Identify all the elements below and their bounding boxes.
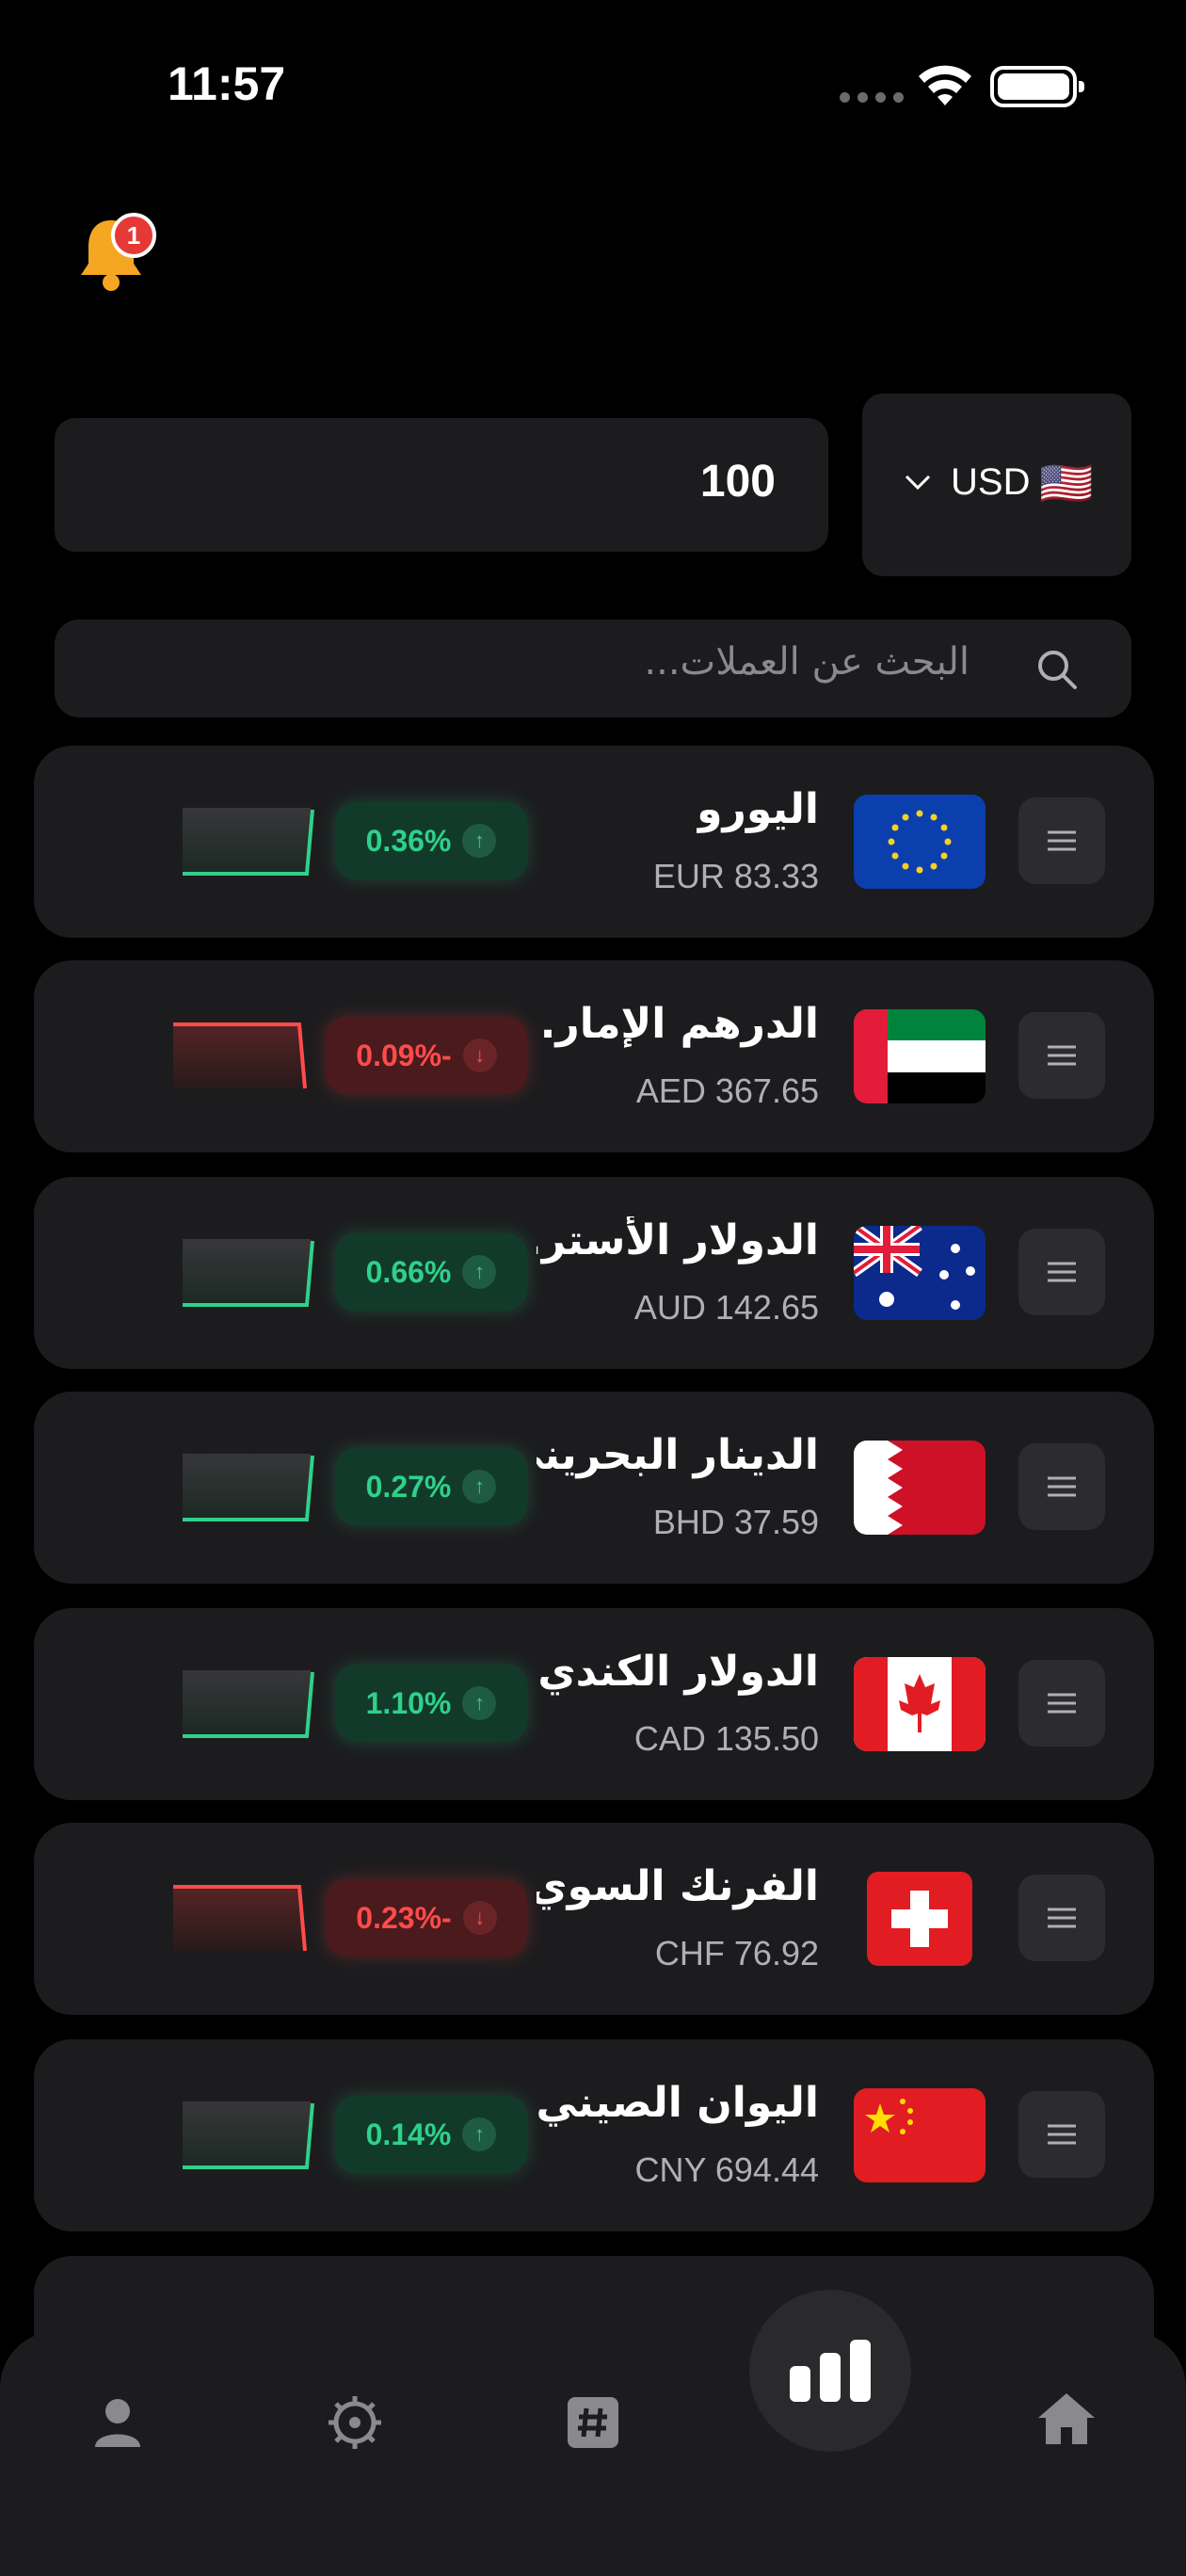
change-value: 0.23%-	[356, 1900, 452, 1935]
drag-handle-icon[interactable]	[1018, 1443, 1105, 1530]
search-icon	[1038, 651, 1077, 689]
sparkline-chart	[179, 1666, 318, 1742]
chart-icon[interactable]	[749, 2290, 911, 2452]
sparkline-chart	[179, 2098, 318, 2173]
drag-handle-icon[interactable]	[1018, 1660, 1105, 1747]
us-flag-icon: 🇺🇸	[1039, 458, 1094, 508]
search-input[interactable]: البحث عن العملات...	[55, 620, 1131, 717]
currency-row[interactable]: اليورو EUR 83.33 0.36% ↑	[34, 746, 1154, 938]
base-currency-select[interactable]: USD 🇺🇸	[862, 394, 1131, 576]
currency-row[interactable]: الدرهم الإمار... AED 367.65 0.09%- ↓	[34, 960, 1154, 1152]
currency-rate: AUD 142.65	[633, 1288, 819, 1327]
change-badge: 0.36% ↑	[335, 802, 527, 879]
sparkline-chart	[169, 1881, 309, 1956]
currency-name: اليورو	[697, 785, 819, 833]
wifi-icon	[919, 65, 971, 105]
change-badge: 0.23%- ↓	[326, 1879, 527, 1956]
ae-flag-icon	[851, 1006, 988, 1107]
sparkline-chart	[179, 804, 318, 879]
currency-rate: CNY 694.44	[634, 2150, 819, 2189]
bottom-nav	[0, 2331, 1186, 2576]
currency-rate: CHF 76.92	[654, 1934, 819, 1972]
battery-icon	[990, 66, 1084, 107]
currency-rate: BHD 37.59	[652, 1503, 819, 1541]
chevron-down-icon	[905, 475, 931, 491]
change-value: 0.66%	[365, 1254, 452, 1289]
drag-handle-icon[interactable]	[1018, 1229, 1105, 1315]
change-value: 0.36%	[365, 823, 452, 858]
change-badge: 0.66% ↑	[335, 1233, 527, 1311]
currency-rate: AED 367.65	[635, 1071, 819, 1110]
profile-icon[interactable]	[85, 2390, 151, 2455]
currency-name: الدولار الكندي	[537, 1648, 819, 1696]
cellular-signal-icon	[840, 92, 904, 103]
amount-value: 100	[699, 457, 776, 507]
change-badge: 0.14% ↑	[335, 2096, 527, 2173]
change-badge: 0.27% ↑	[335, 1448, 527, 1525]
arrow-up-icon: ↑	[462, 824, 497, 858]
hashtag-icon[interactable]	[560, 2390, 626, 2455]
currency-row[interactable]: الدولار الكندي CAD 135.50 1.10% ↑	[34, 1608, 1154, 1800]
currency-row[interactable]: الفرنك السوي... CHF 76.92 0.23%- ↓	[34, 1823, 1154, 2015]
au-flag-icon	[851, 1222, 988, 1324]
currency-row[interactable]: الدينار البحريني BHD 37.59 0.27% ↑	[34, 1392, 1154, 1584]
amount-input[interactable]: 100	[55, 418, 828, 552]
sparkline-chart	[179, 1235, 318, 1311]
currency-name: اليوان الصيني	[537, 2079, 819, 2127]
ca-flag-icon	[851, 1653, 988, 1755]
arrow-up-icon: ↑	[462, 1686, 497, 1720]
drag-handle-icon[interactable]	[1018, 1875, 1105, 1961]
change-value: 1.10%	[365, 1685, 452, 1720]
arrow-up-icon: ↑	[462, 1255, 497, 1289]
arrow-down-icon: ↓	[462, 1038, 497, 1072]
sparkline-chart	[179, 1450, 318, 1525]
drag-handle-icon[interactable]	[1018, 797, 1105, 884]
arrow-up-icon: ↑	[462, 1470, 497, 1504]
change-badge: 0.09%- ↓	[326, 1017, 527, 1094]
currency-row[interactable]: اليوان الصيني CNY 694.44 0.14% ↑	[34, 2039, 1154, 2231]
arrow-up-icon: ↑	[462, 2117, 497, 2151]
drag-handle-icon[interactable]	[1018, 2091, 1105, 2178]
bh-flag-icon	[851, 1437, 988, 1538]
search-placeholder: البحث عن العملات...	[644, 640, 970, 684]
sparkline-chart	[169, 1019, 309, 1094]
change-value: 0.09%-	[356, 1038, 452, 1072]
currency-name: الدولار الأستر...	[537, 1216, 819, 1264]
change-badge: 1.10% ↑	[335, 1665, 527, 1742]
currency-name: الدرهم الإمار...	[537, 1000, 819, 1048]
eu-flag-icon	[851, 791, 988, 893]
change-value: 0.27%	[365, 1469, 452, 1504]
status-time: 11:57	[168, 57, 286, 110]
ch-flag-icon	[851, 1868, 988, 1970]
currency-rate: EUR 83.33	[652, 857, 819, 895]
currency-rate: CAD 135.50	[633, 1719, 819, 1758]
settings-icon[interactable]	[322, 2390, 388, 2455]
home-icon[interactable]	[1034, 2386, 1099, 2452]
change-value: 0.14%	[365, 2117, 452, 2151]
drag-handle-icon[interactable]	[1018, 1012, 1105, 1099]
currency-name: الفرنك السوي...	[537, 1862, 819, 1910]
arrow-down-icon: ↓	[462, 1901, 497, 1935]
base-currency-code: USD	[951, 461, 1031, 503]
notification-badge: 1	[111, 213, 156, 258]
currency-name: الدينار البحريني	[537, 1431, 819, 1479]
cn-flag-icon	[851, 2085, 988, 2186]
currency-row[interactable]: الدولار الأستر... AUD 142.65 0.66% ↑	[34, 1177, 1154, 1369]
